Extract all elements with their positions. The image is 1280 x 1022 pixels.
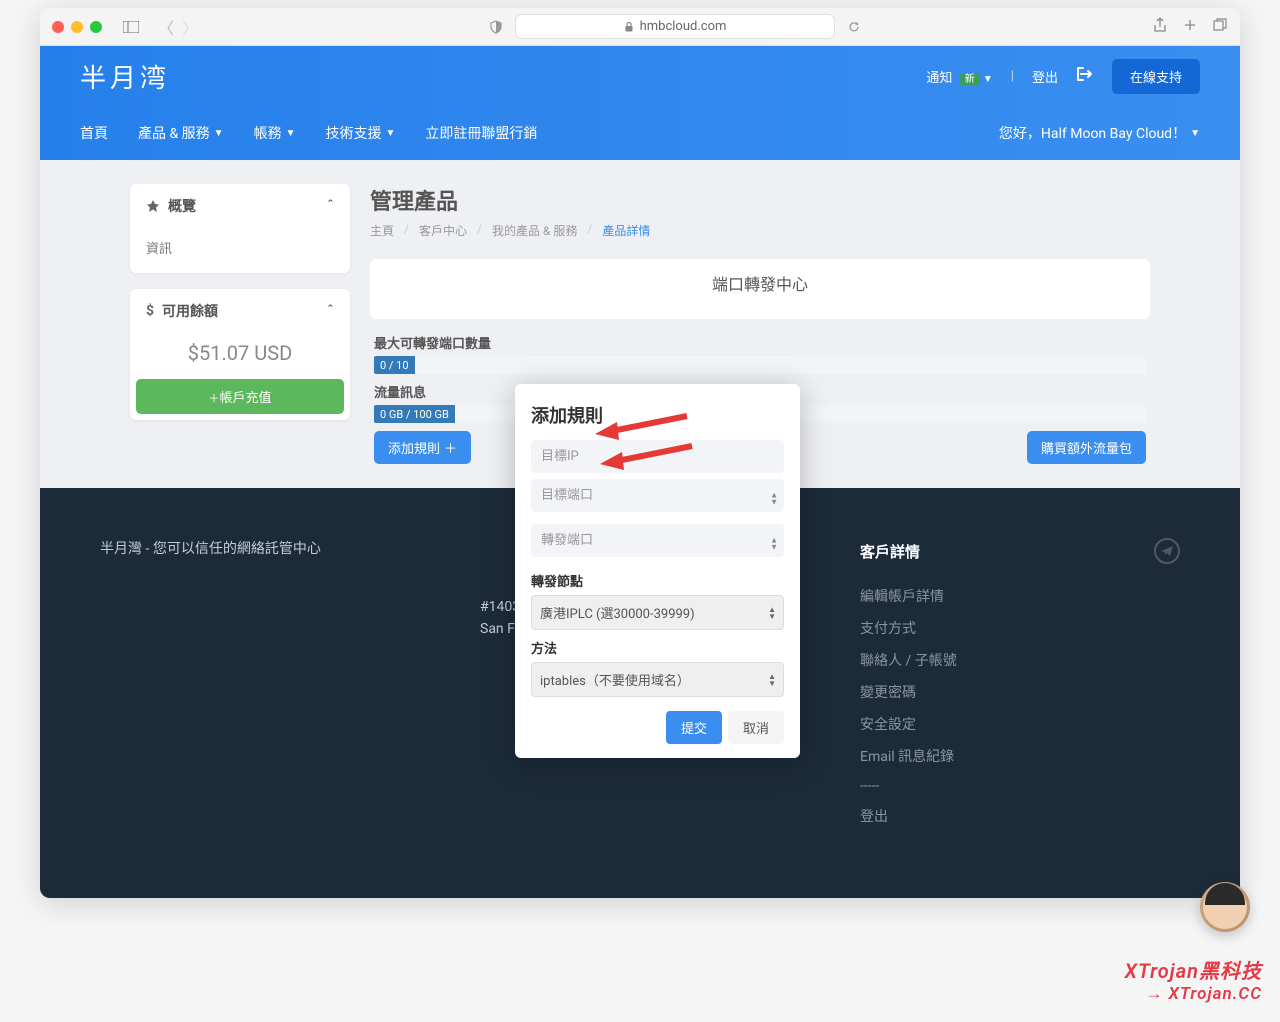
traffic-value: 0 GB / 100 GB xyxy=(374,405,455,423)
new-tab-icon[interactable] xyxy=(1182,17,1198,37)
ports-value: 0 / 10 xyxy=(374,356,415,374)
cancel-button[interactable]: 取消 xyxy=(728,711,784,744)
nav-affiliate[interactable]: 立即註冊聯盟行銷 xyxy=(425,123,537,143)
url-text: hmbcloud.com xyxy=(640,19,727,34)
overview-card: 概覽 ˆ 資訊 xyxy=(130,184,350,273)
nav-billing[interactable]: 帳務 ▼ xyxy=(254,123,296,143)
breadcrumb-home[interactable]: 主頁 xyxy=(370,222,394,239)
address-bar[interactable]: hmbcloud.com xyxy=(515,14,835,39)
client-details-title: 客戶詳情 xyxy=(860,541,920,562)
footer-link-security[interactable]: 安全設定 xyxy=(860,714,1180,734)
footer-link-password[interactable]: 變更密碼 xyxy=(860,682,1180,702)
select-arrows-icon: ▲▼ xyxy=(768,673,776,687)
footer-link-edit[interactable]: 編輯帳戶詳情 xyxy=(860,586,1180,606)
notification-link[interactable]: 通知 新 ▼ xyxy=(926,67,992,86)
maximize-window-button[interactable] xyxy=(90,21,102,33)
stepper-icon[interactable]: ▲▼ xyxy=(770,536,778,550)
support-button[interactable]: 在線支持 xyxy=(1112,59,1200,94)
footer-link-logout[interactable]: 登出 xyxy=(860,806,1180,826)
method-label: 方法 xyxy=(531,638,784,657)
tabs-icon[interactable] xyxy=(1212,17,1228,37)
forward-port-input[interactable] xyxy=(531,524,784,557)
balance-amount: $51.07 USD xyxy=(130,333,350,379)
footer-tagline: 半月灣 - 您可以信任的網絡託管中心 xyxy=(100,538,420,560)
method-select[interactable]: iptables（不要使用域名） xyxy=(531,662,784,697)
watermark: XTrojan黑科技 →XTrojan.CC xyxy=(1125,955,1262,1004)
nav-support[interactable]: 技術支援 ▼ xyxy=(325,123,395,143)
chevron-up-icon: ˆ xyxy=(327,198,334,214)
chat-avatar[interactable] xyxy=(1200,882,1250,932)
reload-icon[interactable] xyxy=(843,18,865,36)
balance-toggle[interactable]: $ 可用餘額 ˆ xyxy=(130,289,350,333)
ports-progress: 0 / 10 xyxy=(374,356,1146,374)
shield-icon[interactable] xyxy=(485,18,507,36)
overview-toggle[interactable]: 概覽 ˆ xyxy=(130,184,350,228)
max-ports-label: 最大可轉發端口數量 xyxy=(374,333,1146,352)
forward-button[interactable]: 〉 xyxy=(182,15,198,39)
recharge-button[interactable]: ＋帳戶充值 xyxy=(136,379,344,414)
port-forward-panel: 端口轉發中心 xyxy=(370,259,1150,319)
star-icon xyxy=(146,199,160,213)
window-controls xyxy=(52,21,102,33)
browser-window: 〈 〉 hmbcloud.com 半月湾 通知 xyxy=(40,8,1240,898)
footer-link-divider: ----- xyxy=(860,778,1180,794)
minimize-window-button[interactable] xyxy=(71,21,83,33)
add-rule-button[interactable]: 添加規則＋ xyxy=(374,431,471,464)
breadcrumb-client[interactable]: 客戶中心 xyxy=(419,222,467,239)
logout-icon[interactable] xyxy=(1076,66,1094,86)
logout-link[interactable]: 登出 xyxy=(1032,67,1058,86)
balance-card: $ 可用餘額 ˆ $51.07 USD ＋帳戶充值 xyxy=(130,289,350,420)
target-port-input[interactable] xyxy=(531,479,784,512)
node-label: 轉發節點 xyxy=(531,571,784,590)
annotation-arrow-2 xyxy=(582,436,702,480)
new-badge: 新 xyxy=(960,73,980,86)
sidebar-toggle-icon[interactable] xyxy=(120,18,142,36)
page-title: 管理產品 xyxy=(370,184,1150,222)
nav-home[interactable]: 首頁 xyxy=(80,123,108,143)
overview-info[interactable]: 資訊 xyxy=(130,228,350,273)
titlebar: 〈 〉 hmbcloud.com xyxy=(40,8,1240,46)
select-arrows-icon: ▲▼ xyxy=(768,606,776,620)
share-icon[interactable] xyxy=(1152,17,1168,37)
breadcrumb-current: 產品詳情 xyxy=(602,222,650,239)
breadcrumb: 主頁/ 客戶中心/ 我的產品 & 服務/ 產品詳情 xyxy=(370,222,1150,259)
back-button[interactable]: 〈 xyxy=(158,15,174,39)
chevron-up-icon: ˆ xyxy=(327,303,334,319)
close-window-button[interactable] xyxy=(52,21,64,33)
nav-products[interactable]: 產品 & 服務 ▼ xyxy=(138,123,224,143)
panel-title: 端口轉發中心 xyxy=(388,265,1132,305)
footer-link-contacts[interactable]: 聯絡人 / 子帳號 xyxy=(860,650,1180,670)
stepper-icon[interactable]: ▲▼ xyxy=(770,491,778,505)
node-select[interactable]: 廣港IPLC (選30000-39999) xyxy=(531,595,784,630)
main-nav: 首頁 產品 & 服務 ▼ 帳務 ▼ 技術支援 ▼ 立即註冊聯盟行銷 您好，Hal… xyxy=(40,106,1240,160)
overview-label: 概覽 xyxy=(168,196,196,216)
footer-link-payment[interactable]: 支付方式 xyxy=(860,618,1180,638)
footer-link-email[interactable]: Email 訊息紀錄 xyxy=(860,746,1180,766)
brand-logo[interactable]: 半月湾 xyxy=(80,58,170,95)
telegram-icon[interactable] xyxy=(1154,538,1180,564)
lock-icon xyxy=(624,21,634,32)
buy-traffic-button[interactable]: 購買額外流量包 xyxy=(1027,431,1146,464)
balance-label: 可用餘額 xyxy=(162,301,218,321)
site-header: 半月湾 通知 新 ▼ | 登出 在線支持 xyxy=(40,46,1240,106)
breadcrumb-products[interactable]: 我的產品 & 服務 xyxy=(492,222,577,239)
user-greeting[interactable]: 您好，Half Moon Bay Cloud！ ▼ xyxy=(999,123,1200,143)
submit-button[interactable]: 提交 xyxy=(666,711,722,744)
